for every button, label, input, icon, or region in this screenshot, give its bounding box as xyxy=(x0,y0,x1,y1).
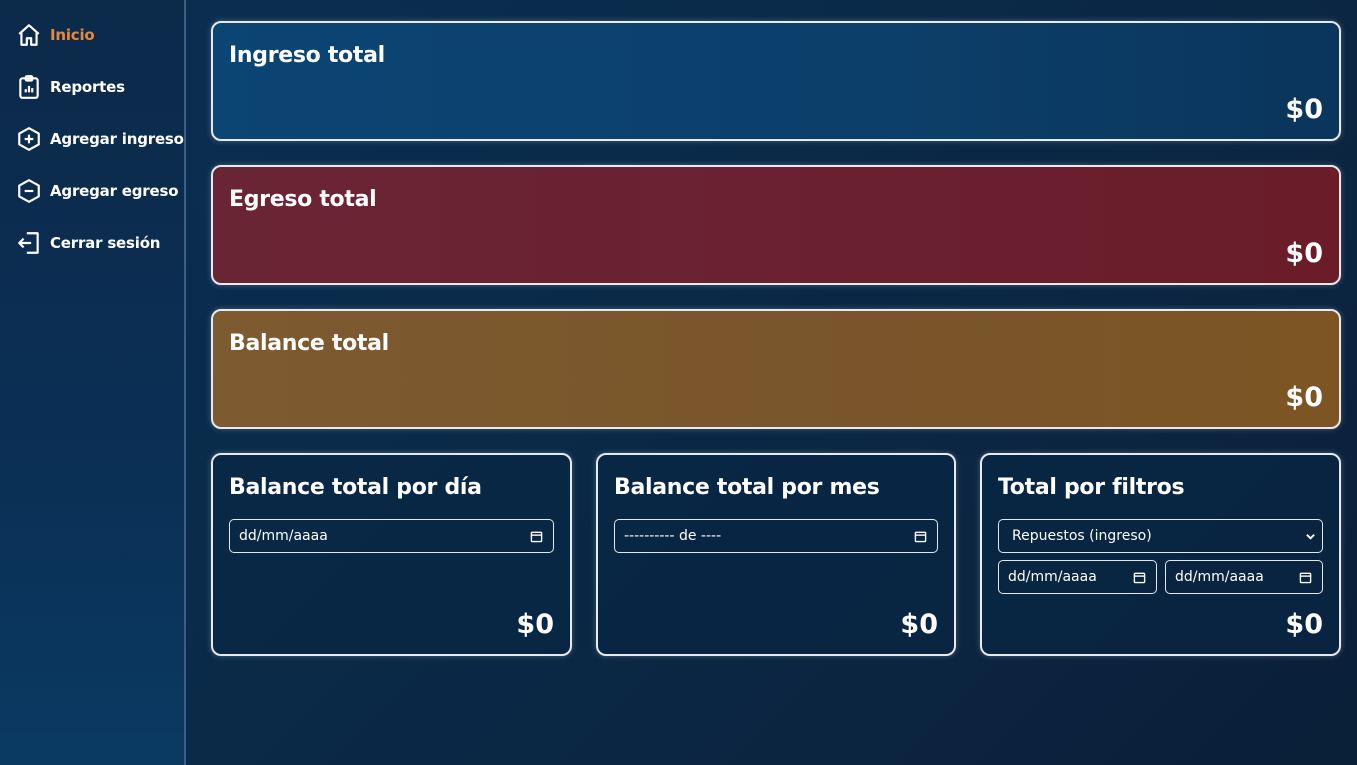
sidebar-item-label: Reportes xyxy=(50,78,125,96)
card-title: Balance total por día xyxy=(229,475,482,500)
logout-icon xyxy=(16,230,42,256)
total-por-filtros-card: Total por filtros Repuestos (ingreso) dd… xyxy=(980,453,1341,656)
card-title: Total por filtros xyxy=(998,475,1185,500)
card-amount: $0 xyxy=(516,609,554,640)
balance-total-card: Balance total $0 xyxy=(211,309,1341,429)
month-placeholder: ---------- de ---- xyxy=(624,528,722,544)
card-title: Balance total xyxy=(229,331,389,356)
calendar-icon xyxy=(530,531,543,543)
sidebar: Inicio Reportes Agregar ingreso Agregar … xyxy=(0,0,186,765)
card-amount: $0 xyxy=(1285,382,1323,413)
card-title: Ingreso total xyxy=(229,43,385,68)
select-value: Repuestos (ingreso) xyxy=(1012,528,1152,544)
sidebar-item-label: Agregar ingreso xyxy=(50,130,184,148)
sidebar-item-reportes[interactable]: Reportes xyxy=(16,72,125,102)
month-input[interactable]: ---------- de ---- xyxy=(614,519,938,553)
card-amount: $0 xyxy=(1285,238,1323,269)
sidebar-item-label: Agregar egreso xyxy=(50,182,179,200)
date-placeholder: dd/mm/aaaa xyxy=(1175,569,1264,585)
day-date-input[interactable]: dd/mm/aaaa xyxy=(229,519,554,553)
card-title: Egreso total xyxy=(229,187,377,212)
egreso-total-card: Egreso total $0 xyxy=(211,165,1341,285)
clipboard-chart-icon xyxy=(16,74,42,100)
card-amount: $0 xyxy=(1285,609,1323,640)
calendar-icon xyxy=(1133,572,1146,584)
chevron-down-icon xyxy=(1306,534,1315,540)
balance-por-dia-card: Balance total por día dd/mm/aaaa $0 xyxy=(211,453,572,656)
sidebar-item-inicio[interactable]: Inicio xyxy=(16,20,95,50)
card-amount: $0 xyxy=(900,609,938,640)
sidebar-item-cerrar-sesion[interactable]: Cerrar sesión xyxy=(16,228,160,258)
date-to-input[interactable]: dd/mm/aaaa xyxy=(1165,560,1323,594)
ingreso-total-card: Ingreso total $0 xyxy=(211,21,1341,141)
sidebar-item-agregar-ingreso[interactable]: Agregar ingreso xyxy=(16,124,184,154)
hexagon-plus-icon xyxy=(16,126,42,152)
home-icon xyxy=(16,22,42,48)
calendar-icon xyxy=(1299,572,1312,584)
sidebar-item-label: Inicio xyxy=(50,26,95,44)
card-amount: $0 xyxy=(1285,94,1323,125)
hexagon-minus-icon xyxy=(16,178,42,204)
sidebar-item-label: Cerrar sesión xyxy=(50,234,161,252)
balance-por-mes-card: Balance total por mes ---------- de ----… xyxy=(596,453,956,656)
card-title: Balance total por mes xyxy=(614,475,880,500)
date-from-input[interactable]: dd/mm/aaaa xyxy=(998,560,1157,594)
calendar-icon xyxy=(914,531,927,543)
sidebar-item-agregar-egreso[interactable]: Agregar egreso xyxy=(16,176,179,206)
date-placeholder: dd/mm/aaaa xyxy=(239,528,328,544)
category-select[interactable]: Repuestos (ingreso) xyxy=(998,519,1323,553)
date-placeholder: dd/mm/aaaa xyxy=(1008,569,1097,585)
